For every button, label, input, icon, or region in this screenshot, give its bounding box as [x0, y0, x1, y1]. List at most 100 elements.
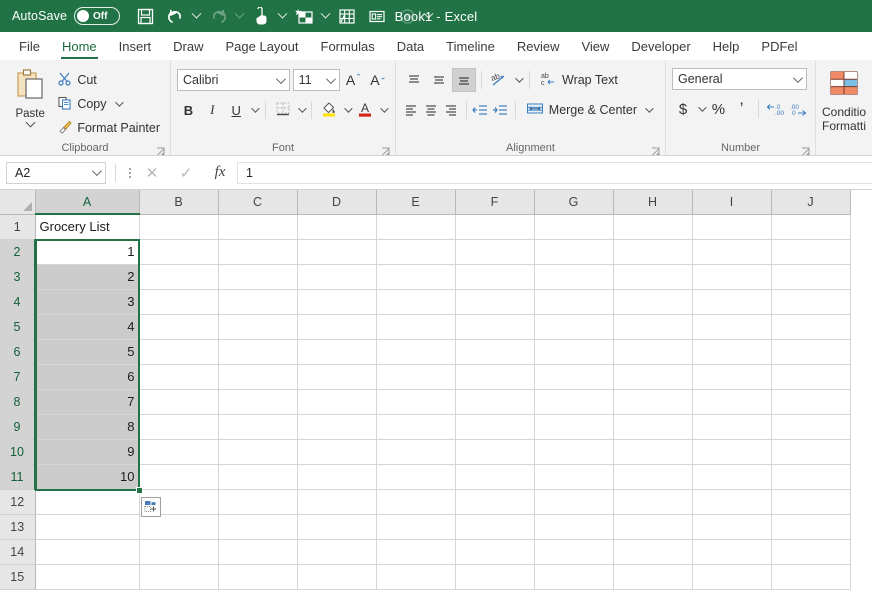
- comma-format-button[interactable]: ’: [731, 97, 753, 121]
- cell-B1[interactable]: [139, 214, 219, 240]
- cell-E9[interactable]: [376, 414, 456, 440]
- cell-I6[interactable]: [692, 339, 772, 365]
- row-header-7[interactable]: 7: [0, 364, 36, 390]
- cell-C10[interactable]: [218, 439, 298, 465]
- confirm-entry-button[interactable]: ✓: [169, 161, 203, 185]
- cell-E1[interactable]: [376, 214, 456, 240]
- accounting-chevron-down-icon[interactable]: [695, 98, 706, 120]
- cell-G4[interactable]: [534, 289, 614, 315]
- align-bottom-button[interactable]: [452, 68, 476, 92]
- cell-H11[interactable]: [613, 464, 693, 490]
- cell-E11[interactable]: [376, 464, 456, 490]
- cell-I9[interactable]: [692, 414, 772, 440]
- column-header-j[interactable]: J: [771, 190, 851, 215]
- row-header-3[interactable]: 3: [0, 264, 36, 290]
- row-header-1[interactable]: 1: [0, 214, 36, 240]
- increase-decimal-button[interactable]: .0.00: [764, 97, 786, 121]
- cell-E5[interactable]: [376, 314, 456, 340]
- cell-J10[interactable]: [771, 439, 851, 465]
- cell-G5[interactable]: [534, 314, 614, 340]
- cell-E3[interactable]: [376, 264, 456, 290]
- tab-insert[interactable]: Insert: [108, 32, 163, 60]
- cell-D4[interactable]: [297, 289, 377, 315]
- cell-E13[interactable]: [376, 514, 456, 540]
- cell-E10[interactable]: [376, 439, 456, 465]
- cell-B6[interactable]: [139, 339, 219, 365]
- cell-J11[interactable]: [771, 464, 851, 490]
- column-header-d[interactable]: D: [297, 190, 377, 215]
- cell-B8[interactable]: [139, 389, 219, 415]
- underline-button[interactable]: U: [225, 98, 248, 122]
- cell-H10[interactable]: [613, 439, 693, 465]
- cell-I2[interactable]: [692, 239, 772, 265]
- cell-B14[interactable]: [139, 539, 219, 565]
- merge-center-button[interactable]: Merge & Center: [521, 98, 659, 122]
- cell-G12[interactable]: [534, 489, 614, 515]
- row-header-15[interactable]: 15: [0, 564, 36, 590]
- cell-H8[interactable]: [613, 389, 693, 415]
- paste-button[interactable]: Paste: [6, 64, 54, 140]
- cell-C6[interactable]: [218, 339, 298, 365]
- cell-A8[interactable]: 7: [35, 389, 140, 415]
- format-painter-button[interactable]: Format Painter: [54, 116, 164, 140]
- tab-home[interactable]: Home: [51, 32, 108, 60]
- row-header-13[interactable]: 13: [0, 514, 36, 540]
- cell-A9[interactable]: 8: [35, 414, 140, 440]
- cell-D3[interactable]: [297, 264, 377, 290]
- orientation-chevron-down-icon[interactable]: [512, 69, 524, 91]
- cell-E4[interactable]: [376, 289, 456, 315]
- formula-input[interactable]: 1: [237, 161, 872, 184]
- cell-F4[interactable]: [455, 289, 535, 315]
- autofill-options-button[interactable]: [141, 497, 161, 517]
- cell-I15[interactable]: [692, 564, 772, 590]
- cell-J15[interactable]: [771, 564, 851, 590]
- borders-button[interactable]: [271, 98, 294, 122]
- new-table-chevron-down-icon[interactable]: [319, 3, 332, 29]
- cell-I13[interactable]: [692, 514, 772, 540]
- row-header-4[interactable]: 4: [0, 289, 36, 315]
- cell-E2[interactable]: [376, 239, 456, 265]
- tab-page-layout[interactable]: Page Layout: [215, 32, 310, 60]
- row-header-8[interactable]: 8: [0, 389, 36, 415]
- cell-C5[interactable]: [218, 314, 298, 340]
- cell-J8[interactable]: [771, 389, 851, 415]
- cell-I12[interactable]: [692, 489, 772, 515]
- column-header-i[interactable]: I: [692, 190, 772, 215]
- cell-G6[interactable]: [534, 339, 614, 365]
- cell-H5[interactable]: [613, 314, 693, 340]
- font-size-chevron-down-icon[interactable]: [323, 77, 336, 84]
- cell-G13[interactable]: [534, 514, 614, 540]
- cell-C15[interactable]: [218, 564, 298, 590]
- cell-G15[interactable]: [534, 564, 614, 590]
- merge-center-chevron-down-icon[interactable]: [642, 99, 654, 121]
- cell-D8[interactable]: [297, 389, 377, 415]
- tab-data[interactable]: Data: [386, 32, 435, 60]
- cell-I11[interactable]: [692, 464, 772, 490]
- select-all-corner-button[interactable]: [0, 190, 36, 215]
- cell-F3[interactable]: [455, 264, 535, 290]
- cell-B10[interactable]: [139, 439, 219, 465]
- cell-J13[interactable]: [771, 514, 851, 540]
- cell-G8[interactable]: [534, 389, 614, 415]
- row-header-2[interactable]: 2: [0, 239, 36, 265]
- touch-mode-icon[interactable]: [246, 3, 276, 29]
- cell-I1[interactable]: [692, 214, 772, 240]
- decrease-font-size-button[interactable]: A⌄: [368, 68, 389, 92]
- column-header-f[interactable]: F: [455, 190, 535, 215]
- cell-H2[interactable]: [613, 239, 693, 265]
- cell-B11[interactable]: [139, 464, 219, 490]
- cell-E15[interactable]: [376, 564, 456, 590]
- cell-A11[interactable]: 10: [35, 464, 140, 490]
- cell-B3[interactable]: [139, 264, 219, 290]
- align-center-button[interactable]: [422, 98, 441, 122]
- cell-H4[interactable]: [613, 289, 693, 315]
- cell-F1[interactable]: [455, 214, 535, 240]
- number-dialog-launcher-icon[interactable]: [801, 143, 810, 155]
- cell-D9[interactable]: [297, 414, 377, 440]
- cell-A4[interactable]: 3: [35, 289, 140, 315]
- cell-H13[interactable]: [613, 514, 693, 540]
- cell-F9[interactable]: [455, 414, 535, 440]
- column-header-c[interactable]: C: [218, 190, 298, 215]
- cell-G9[interactable]: [534, 414, 614, 440]
- increase-indent-button[interactable]: [491, 98, 510, 122]
